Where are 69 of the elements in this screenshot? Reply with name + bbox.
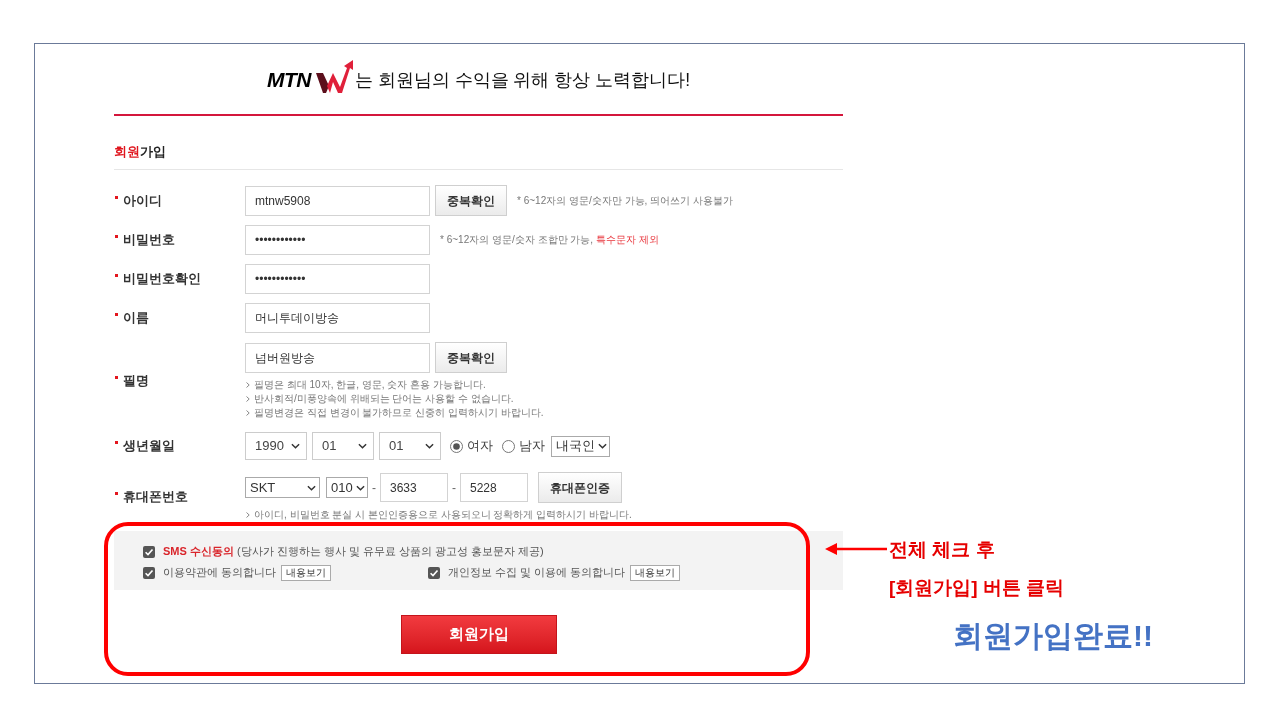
chevron-down-icon <box>355 484 365 491</box>
field-label: 비밀번호 <box>123 231 175 249</box>
radio-option[interactable]: 여자 <box>450 438 493 454</box>
chevron-right-icon <box>246 396 250 402</box>
section-title: 회원가입 <box>114 144 166 161</box>
bullet-icon <box>115 376 118 379</box>
chevron-down-icon <box>307 484 316 491</box>
hint-text: * 6~12자의 영문/숫자 조합만 가능, 특수문자 제외 <box>440 233 659 247</box>
dropdown[interactable]: 01 <box>379 432 441 460</box>
dropdown[interactable]: 내국인 <box>551 435 610 457</box>
bullet-icon <box>115 195 118 199</box>
text-field[interactable]: mtnw5908 <box>245 185 430 216</box>
bullet-icon <box>115 313 118 316</box>
chevron-right-icon <box>246 382 250 388</box>
separator-text: - <box>452 479 456 496</box>
chevron-down-icon <box>291 443 300 449</box>
chevron-down-icon <box>358 443 367 449</box>
note-text: 아이디, 비밀번호 분실 시 본인인증용으로 사용되오니 정확하게 입력하시기 바랍니다. <box>254 508 632 522</box>
left-arrow-icon <box>825 543 887 555</box>
callout-text: [회원가입] 버튼 클릭 <box>889 576 1065 600</box>
bullet-icon <box>115 441 118 444</box>
field-label: 휴대폰번호 <box>123 488 188 506</box>
chevron-down-icon <box>598 443 607 449</box>
text-field[interactable]: 넘버원방송 <box>245 342 430 373</box>
consent-text: SMS 수신동의 (당사가 진행하는 행사 및 유무료 상품의 광고성 홍보문자 제공) <box>163 544 544 559</box>
check-button[interactable]: 휴대폰인증 <box>538 472 622 503</box>
separator-text: - <box>372 479 376 496</box>
radio-icon[interactable] <box>502 439 515 453</box>
dropdown[interactable]: 1990 <box>245 432 307 460</box>
text-field[interactable]: •••••••••••• <box>245 225 430 255</box>
view-terms-button[interactable]: 내용보기 <box>281 564 332 581</box>
chevron-right-icon <box>246 512 250 518</box>
checkbox[interactable] <box>143 545 155 558</box>
dropdown[interactable]: 01 <box>312 432 374 460</box>
bullet-icon <box>115 492 118 495</box>
field-label: 아이디 <box>123 191 162 210</box>
result-text: 회원가입완료!! <box>953 618 1153 654</box>
note-text: 반사회적/미풍양속에 위배되는 단어는 사용할 수 없습니다. <box>254 392 514 406</box>
note-text: 필명은 최대 10자, 한글, 영문, 숫자 혼용 가능합니다. <box>254 378 486 392</box>
radio-icon[interactable] <box>450 439 463 453</box>
consent-text: 이용약관에 동의합니다 <box>163 565 277 580</box>
field-label: 비밀번호확인 <box>123 270 201 288</box>
bullet-icon <box>115 274 118 277</box>
check-button[interactable]: 중복확인 <box>435 185 507 216</box>
chevron-down-icon <box>425 443 434 449</box>
field-label: 이름 <box>123 309 149 327</box>
consent-text: 개인정보 수집 및 이용에 동의합니다 <box>448 565 626 580</box>
field-label: 생년월일 <box>123 437 175 455</box>
bullet-icon <box>115 235 118 238</box>
view-terms-button[interactable]: 내용보기 <box>630 564 681 581</box>
text-field[interactable]: •••••••••••• <box>245 264 430 294</box>
tagline-text: 는 회원님의 수익을 위해 항상 노력합니다! <box>354 69 691 92</box>
text-field[interactable]: 머니투데이방송 <box>245 303 430 333</box>
field-label: 필명 <box>123 372 149 390</box>
radio-option[interactable]: 남자 <box>502 438 545 454</box>
signup-button[interactable]: 회원가입 <box>400 615 557 654</box>
check-button[interactable]: 중복확인 <box>435 342 507 373</box>
hint-text: * 6~12자의 영문/숫자만 가능, 띄어쓰기 사용불가 <box>517 193 733 208</box>
text-field[interactable]: 5228 <box>460 473 528 502</box>
chevron-right-icon <box>246 410 250 416</box>
logo-text: MTN <box>266 67 311 93</box>
logo-icon <box>315 60 354 94</box>
note-text: 필명변경은 직접 변경이 불가하므로 신중히 입력하시기 바랍니다. <box>254 406 544 420</box>
dropdown[interactable]: SKT <box>245 477 320 498</box>
text-field[interactable]: 3633 <box>380 473 448 502</box>
dropdown[interactable]: 010 <box>326 477 368 498</box>
checkbox[interactable] <box>143 566 155 579</box>
checkbox[interactable] <box>428 566 440 579</box>
callout-text: 전체 체크 후 <box>889 538 996 562</box>
